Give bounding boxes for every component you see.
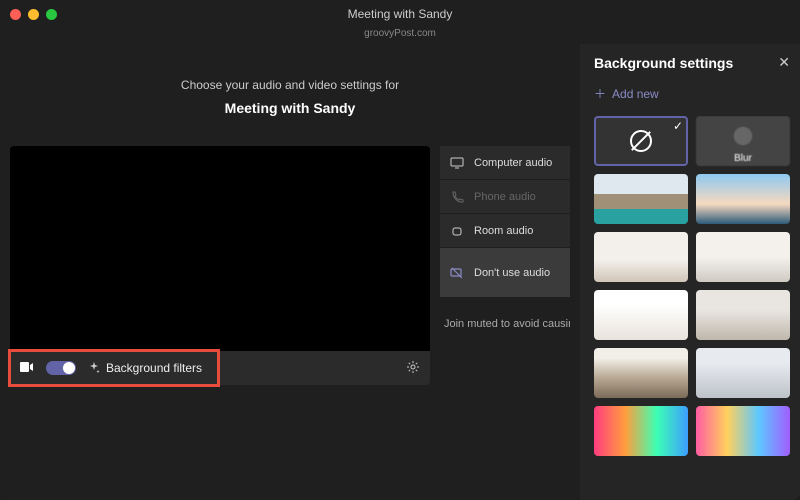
camera-toggle[interactable] [46, 361, 76, 375]
background-settings-panel: Background settings ✕ ＋ Add new ✓ Blur [580, 44, 800, 500]
main-content: Choose your audio and video settings for… [0, 44, 580, 500]
check-icon: ✓ [673, 119, 683, 133]
bg-tile-image[interactable] [696, 232, 790, 282]
bg-tile-image[interactable] [594, 232, 688, 282]
phone-icon [450, 190, 464, 204]
video-controls: Background filters [10, 351, 430, 385]
background-grid: ✓ Blur [594, 116, 796, 464]
blur-label: Blur [696, 153, 790, 164]
bg-tile-image[interactable] [594, 406, 688, 456]
plus-icon: ＋ [594, 85, 606, 102]
watermark-text: groovyPost.com [0, 28, 800, 39]
panel-title: Background settings [594, 55, 733, 71]
titlebar: Meeting with Sandy [0, 0, 800, 28]
room-icon [450, 224, 464, 238]
prompt-subtitle: Choose your audio and video settings for [0, 78, 580, 92]
window-title: Meeting with Sandy [0, 7, 800, 21]
audio-column: Computer audio Phone audio Room audio Do… [440, 146, 570, 385]
no-audio-icon [450, 266, 464, 280]
audio-option-phone: Phone audio [440, 180, 570, 214]
video-preview [10, 146, 430, 351]
sparkle-icon [88, 362, 100, 374]
bg-tile-image[interactable] [696, 174, 790, 224]
none-icon [630, 130, 652, 152]
bg-tile-none[interactable]: ✓ [594, 116, 688, 166]
background-filters-button[interactable]: Background filters [88, 361, 394, 375]
bg-tile-image[interactable] [696, 348, 790, 398]
audio-option-none[interactable]: Don't use audio [440, 248, 570, 298]
mute-note: Join muted to avoid causing [440, 318, 570, 330]
close-icon[interactable]: ✕ [778, 54, 790, 71]
bg-tile-image[interactable] [594, 174, 688, 224]
monitor-icon [450, 156, 464, 170]
prompt: Choose your audio and video settings for… [0, 78, 580, 116]
bg-tile-image[interactable] [594, 290, 688, 340]
background-filters-label: Background filters [106, 361, 202, 375]
app-window: Meeting with Sandy groovyPost.com Choose… [0, 0, 800, 500]
bg-tile-image[interactable] [696, 290, 790, 340]
video-column: Background filters [10, 146, 430, 385]
bg-tile-image[interactable] [696, 406, 790, 456]
prompt-title: Meeting with Sandy [0, 100, 580, 116]
gear-icon[interactable] [406, 360, 420, 377]
audio-option-room[interactable]: Room audio [440, 214, 570, 248]
add-new-label: Add new [612, 87, 659, 101]
bg-tile-image[interactable] [594, 348, 688, 398]
audio-option-computer[interactable]: Computer audio [440, 146, 570, 180]
background-grid-scroll[interactable]: ✓ Blur [594, 116, 796, 500]
add-new-button[interactable]: ＋ Add new [594, 85, 790, 102]
camera-icon [20, 361, 34, 375]
bg-tile-blur[interactable]: Blur [696, 116, 790, 166]
